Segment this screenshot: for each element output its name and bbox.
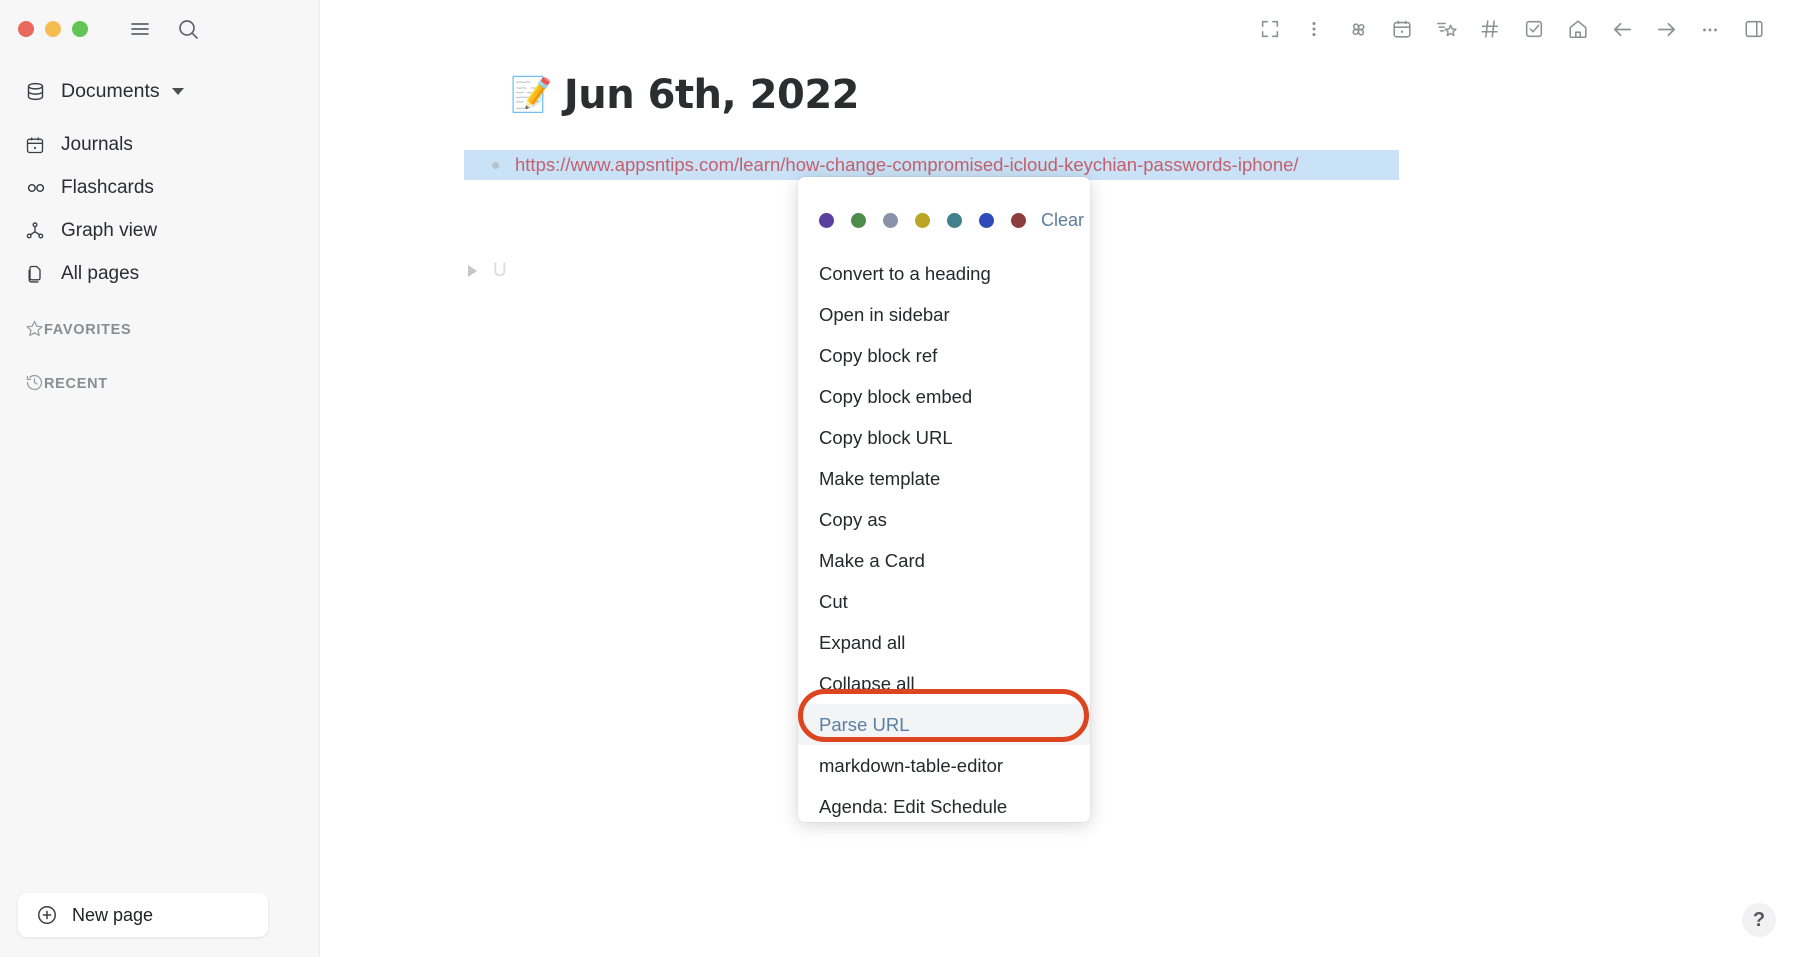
home-icon[interactable] bbox=[1558, 10, 1598, 48]
forward-arrow-icon[interactable] bbox=[1646, 10, 1686, 48]
bullet-icon bbox=[492, 161, 499, 169]
clock-history-icon bbox=[25, 373, 44, 396]
sidebar-section-label: RECENT bbox=[44, 376, 108, 392]
checkbox-icon[interactable] bbox=[1514, 10, 1554, 48]
window-controls bbox=[0, 0, 319, 58]
new-page-label: New page bbox=[72, 904, 154, 925]
selected-block[interactable]: https://www.appsntips.com/learn/how-chan… bbox=[464, 150, 1399, 180]
chevron-down-icon[interactable] bbox=[171, 88, 184, 95]
sidebar-nav: Documents Journals Flashcards Graph view… bbox=[0, 58, 319, 405]
pages-icon bbox=[25, 264, 51, 284]
clear-color-button[interactable]: Clear bbox=[1041, 210, 1084, 231]
menu-item-open-in-sidebar[interactable]: Open in sidebar bbox=[798, 294, 1090, 335]
horizontal-dots-icon[interactable] bbox=[1690, 10, 1730, 48]
menu-item-cut[interactable]: Cut bbox=[798, 581, 1090, 622]
menu-item-label: Make template bbox=[819, 467, 941, 489]
star-icon bbox=[25, 319, 44, 342]
menu-item-expand-all[interactable]: Expand all bbox=[798, 622, 1090, 663]
collapsed-block[interactable]: U bbox=[464, 260, 1800, 282]
menu-item-make-a-card[interactable]: Make a Card bbox=[798, 540, 1090, 581]
notepad-icon: 📝 bbox=[510, 75, 552, 115]
swatch-gray-blue[interactable] bbox=[883, 212, 898, 228]
calendar-icon bbox=[25, 135, 51, 155]
menu-item-label: Copy block URL bbox=[819, 426, 953, 448]
sidebar-item-flashcards[interactable]: Flashcards bbox=[0, 166, 319, 209]
sidebar-item-label: Graph view bbox=[61, 219, 158, 241]
page-title: 📝 Jun 6th, 2022 bbox=[510, 72, 1800, 118]
menu-item-label: Copy block embed bbox=[819, 385, 973, 407]
sidebar: Documents Journals Flashcards Graph view… bbox=[0, 0, 320, 957]
collapse-triangle-icon[interactable] bbox=[468, 265, 477, 277]
menu-item-label: Copy as bbox=[819, 508, 887, 530]
back-arrow-icon[interactable] bbox=[1602, 10, 1642, 48]
pinwheel-icon[interactable] bbox=[1338, 10, 1378, 48]
hash-icon[interactable] bbox=[1470, 10, 1510, 48]
calendar-icon[interactable] bbox=[1382, 10, 1422, 48]
menu-item-label: Collapse all bbox=[819, 672, 915, 694]
block-text: U bbox=[493, 260, 507, 281]
close-window-button[interactable] bbox=[18, 21, 34, 37]
context-menu-list: Convert to a heading Open in sidebar Cop… bbox=[798, 253, 1090, 822]
menu-item-make-template[interactable]: Make template bbox=[798, 458, 1090, 499]
new-page-button[interactable]: New page bbox=[18, 893, 268, 937]
block-context-menu: Clear Convert to a heading Open in sideb… bbox=[798, 177, 1090, 822]
minimize-window-button[interactable] bbox=[45, 21, 61, 37]
swatch-purple[interactable] bbox=[819, 212, 834, 228]
sidebar-item-label: Flashcards bbox=[61, 176, 154, 198]
swatch-teal[interactable] bbox=[947, 212, 962, 228]
menu-item-convert-to-a-heading[interactable]: Convert to a heading bbox=[798, 253, 1090, 294]
color-swatch-row: Clear bbox=[798, 203, 1090, 237]
menu-item-label: Open in sidebar bbox=[819, 303, 950, 325]
menu-item-label: Expand all bbox=[819, 631, 906, 653]
sidebar-item-all-pages[interactable]: All pages bbox=[0, 252, 319, 295]
menu-item-label: Make a Card bbox=[819, 549, 925, 571]
menu-item-markdown-table-editor[interactable]: markdown-table-editor bbox=[798, 745, 1090, 786]
menu-item-label: Parse URL bbox=[819, 713, 910, 735]
menu-item-label: Agenda: Edit Schedule bbox=[819, 795, 1008, 817]
zoom-window-button[interactable] bbox=[72, 21, 88, 37]
fullscreen-icon[interactable] bbox=[1250, 10, 1290, 48]
menu-item-copy-block-url[interactable]: Copy block URL bbox=[798, 417, 1090, 458]
top-toolbar bbox=[320, 0, 1800, 58]
sidebar-item-label: All pages bbox=[61, 262, 140, 284]
database-icon bbox=[25, 81, 51, 102]
infinity-icon bbox=[25, 177, 51, 199]
menu-item-parse-url[interactable]: Parse URL bbox=[798, 704, 1090, 745]
app-window: Documents Journals Flashcards Graph view… bbox=[0, 0, 1800, 957]
shooting-star-icon[interactable] bbox=[1426, 10, 1466, 48]
plus-circle-icon bbox=[36, 904, 58, 926]
menu-item-copy-block-embed[interactable]: Copy block embed bbox=[798, 376, 1090, 417]
right-sidebar-toggle-icon[interactable] bbox=[1734, 10, 1774, 48]
menu-item-collapse-all[interactable]: Collapse all bbox=[798, 663, 1090, 704]
swatch-dark-red[interactable] bbox=[1011, 212, 1026, 228]
help-button[interactable]: ? bbox=[1742, 903, 1776, 937]
sidebar-section-recent[interactable]: RECENT bbox=[0, 363, 319, 405]
hamburger-icon[interactable] bbox=[123, 12, 157, 46]
menu-item-copy-block-ref[interactable]: Copy block ref bbox=[798, 335, 1090, 376]
sidebar-item-label: Journals bbox=[61, 133, 133, 155]
swatch-blue[interactable] bbox=[979, 212, 994, 228]
main-area: 📝 Jun 6th, 2022 https://www.appsntips.co… bbox=[320, 0, 1800, 957]
sidebar-item-graph-view[interactable]: Graph view bbox=[0, 209, 319, 252]
menu-item-label: Copy block ref bbox=[819, 344, 938, 366]
menu-item-label: markdown-table-editor bbox=[819, 754, 1004, 776]
menu-item-label: Cut bbox=[819, 590, 848, 612]
vertical-dots-icon[interactable] bbox=[1294, 10, 1334, 48]
menu-item-copy-as[interactable]: Copy as bbox=[798, 499, 1090, 540]
page-title-text: Jun 6th, 2022 bbox=[563, 72, 860, 118]
sidebar-section-favorites[interactable]: FAVORITES bbox=[0, 309, 319, 351]
menu-item-label: Convert to a heading bbox=[819, 262, 991, 284]
sidebar-section-label: FAVORITES bbox=[44, 322, 132, 338]
swatch-green[interactable] bbox=[851, 212, 866, 228]
sidebar-item-documents[interactable]: Documents bbox=[0, 70, 319, 113]
search-icon[interactable] bbox=[171, 12, 205, 46]
sidebar-documents-label: Documents bbox=[61, 80, 160, 102]
sidebar-item-journals[interactable]: Journals bbox=[0, 123, 319, 166]
swatch-yellow[interactable] bbox=[915, 212, 930, 228]
menu-item-agenda-edit-schedule[interactable]: Agenda: Edit Schedule bbox=[798, 786, 1090, 822]
block-url-text[interactable]: https://www.appsntips.com/learn/how-chan… bbox=[515, 154, 1299, 176]
graph-icon bbox=[25, 221, 51, 241]
